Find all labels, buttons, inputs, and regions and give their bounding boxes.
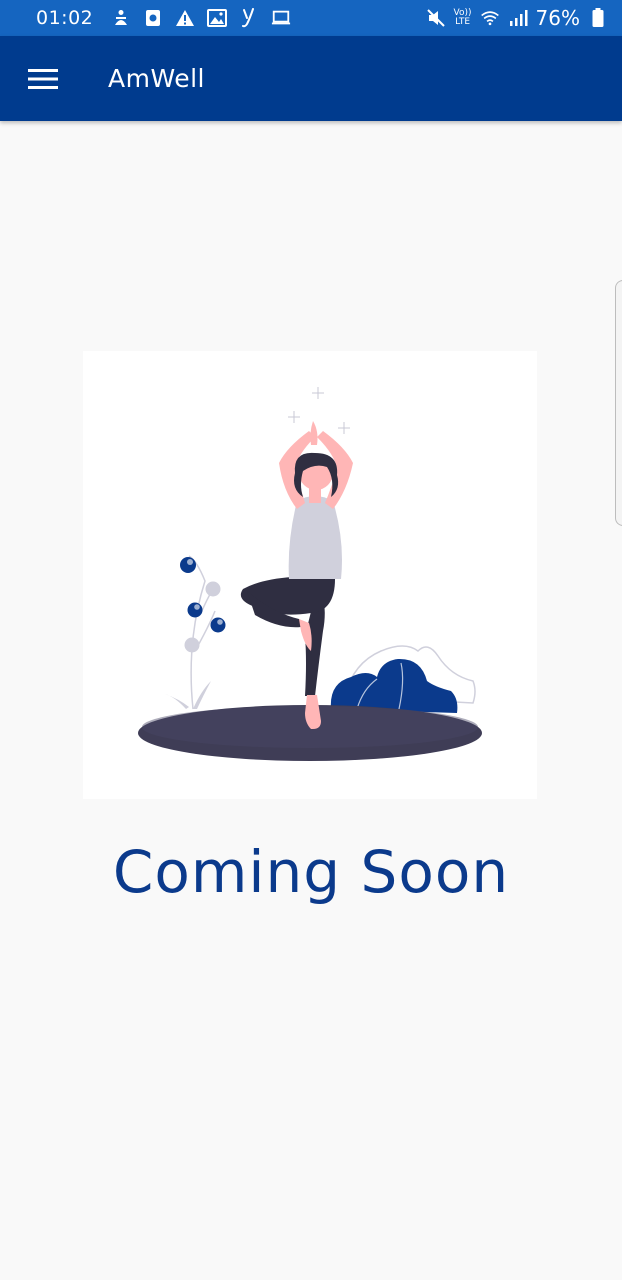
- volte-indicator: Vo)) LTE: [454, 9, 472, 27]
- notification-square-icon: [143, 8, 163, 28]
- battery-percentage: 76%: [535, 6, 580, 30]
- status-left: 01:02: [36, 7, 291, 29]
- bush-decoration: [330, 645, 476, 713]
- volte-bottom: LTE: [455, 17, 471, 27]
- app-title: AmWell: [108, 64, 205, 93]
- status-right: Vo)) LTE 76%: [426, 6, 608, 30]
- notification-figure-icon: [111, 8, 131, 28]
- status-time: 01:02: [36, 7, 94, 29]
- signal-icon: [508, 8, 528, 28]
- script-y-icon: [239, 8, 259, 28]
- battery-icon: [588, 8, 608, 28]
- warning-icon: [175, 8, 195, 28]
- status-bar: 01:02 Vo)) LTE 76%: [0, 0, 622, 36]
- laptop-icon: [271, 8, 291, 28]
- plant-decoration: [165, 555, 226, 710]
- coming-soon-message: Coming Soon: [112, 838, 510, 906]
- sparkle-decoration: [288, 387, 350, 434]
- yoga-illustration: [83, 351, 537, 799]
- menu-button[interactable]: [26, 65, 60, 93]
- wifi-icon: [480, 8, 500, 28]
- app-bar: AmWell: [0, 36, 622, 121]
- hamburger-menu-icon: [28, 68, 58, 89]
- edge-panel-handle[interactable]: [615, 280, 622, 526]
- mute-icon: [426, 8, 446, 28]
- yoga-person-figure: [240, 421, 353, 729]
- image-icon: [207, 8, 228, 28]
